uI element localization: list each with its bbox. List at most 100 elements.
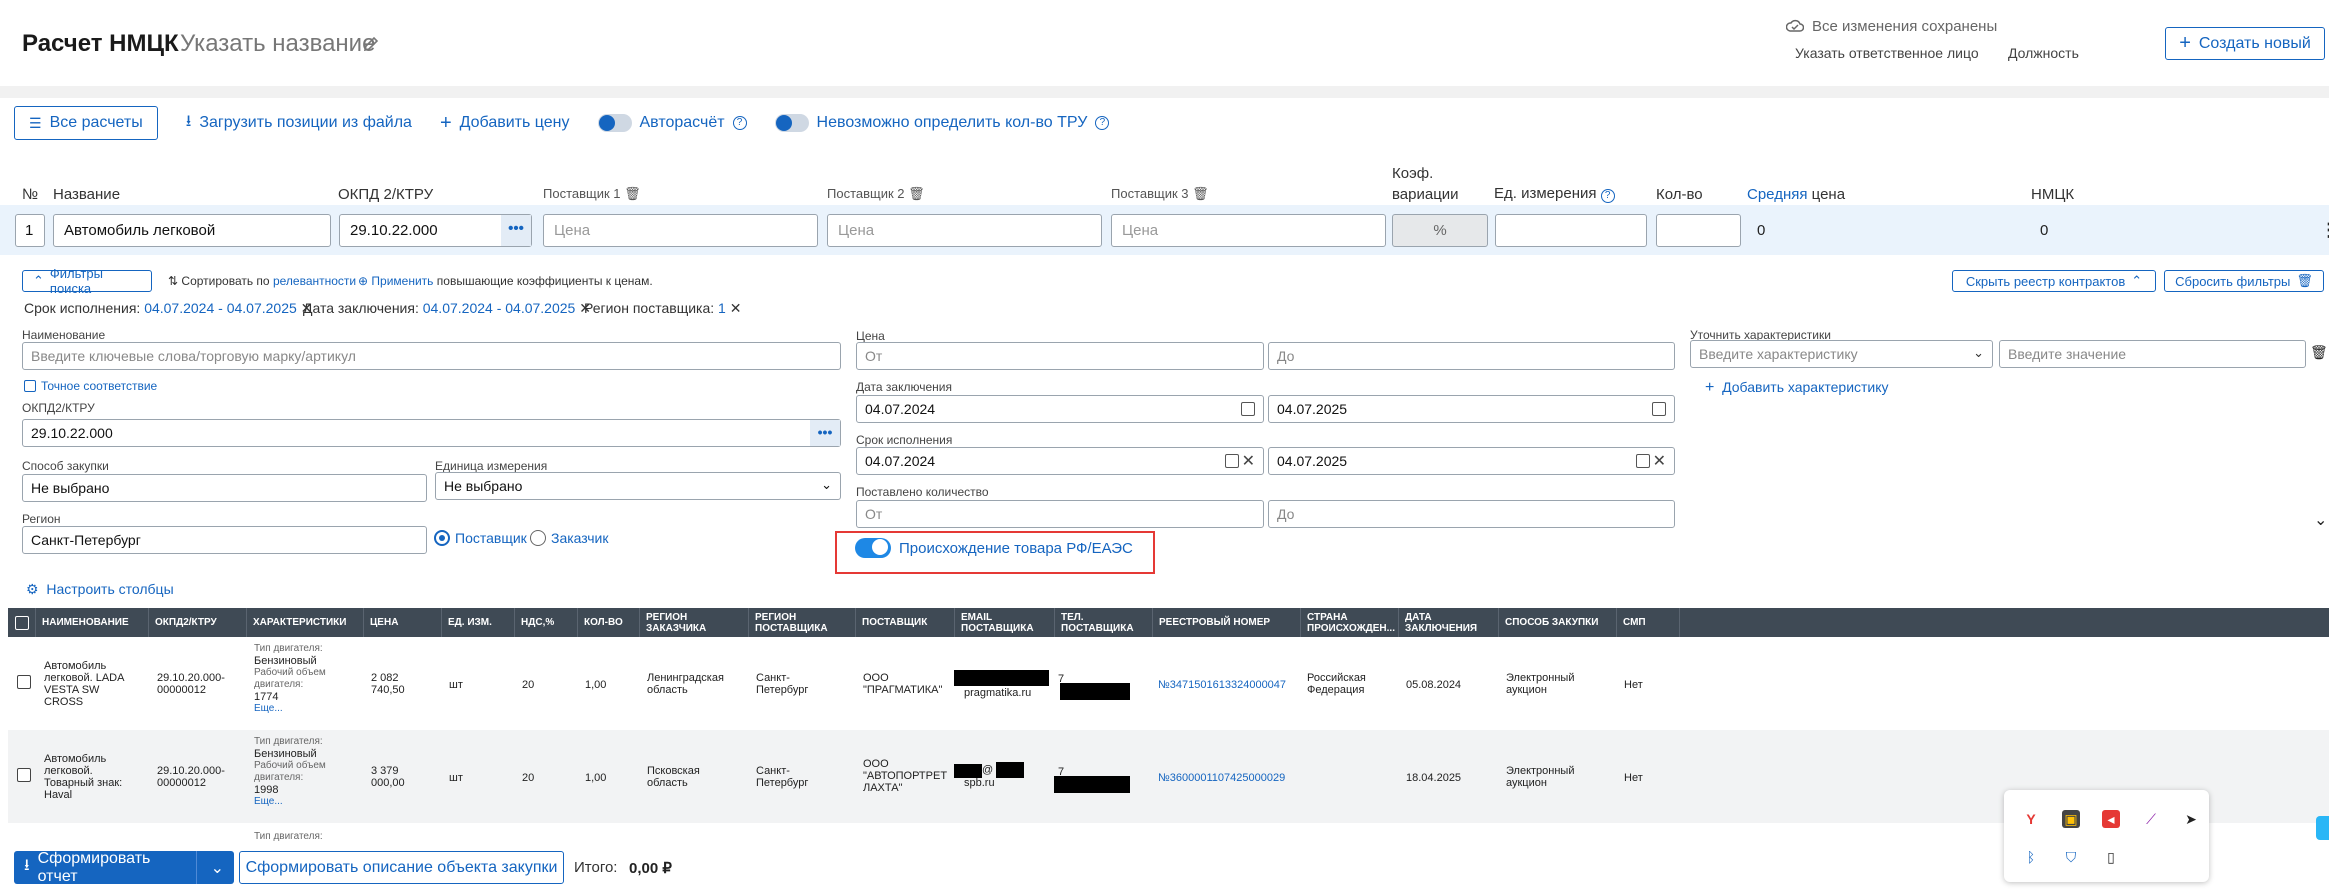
filter-chip-region[interactable]: Регион поставщика: 1 ✕ — [584, 300, 741, 317]
trash-icon[interactable]: 🗑 — [1192, 186, 1209, 201]
pencil-icon[interactable] — [363, 36, 379, 52]
chevron-down-icon[interactable]: ⌄ — [205, 858, 234, 878]
th-supp-region[interactable]: Регион поставщика — [749, 608, 856, 637]
col-supplier1[interactable]: Поставщик 1 🗑 — [543, 186, 641, 202]
sort-relevance-link[interactable]: релевантности — [273, 274, 356, 288]
method-filter-select[interactable]: Не выбрано — [22, 474, 427, 502]
calendar-icon[interactable] — [1241, 402, 1255, 416]
feather-icon[interactable]: ⟋ — [2142, 810, 2160, 828]
row-okpd-input[interactable]: 29.10.22.000 ••• — [339, 214, 532, 247]
trash-icon[interactable]: 🗑 — [908, 186, 925, 201]
avg-method-link[interactable]: Средняя — [1747, 186, 1807, 203]
trash-icon[interactable]: 🗑 — [624, 186, 641, 201]
origin-toggle[interactable]: Происхождение товара РФ/ЕАЭС — [855, 538, 1133, 558]
trash-icon[interactable]: 🗑 — [2310, 344, 2328, 361]
all-calculations-button[interactable]: ☰ Все расчеты — [14, 106, 158, 140]
th-price[interactable]: Цена — [364, 608, 442, 637]
th-unit[interactable]: Ед. изм. — [442, 608, 515, 637]
term-to-input[interactable]: 04.07.2025 ✕ — [1268, 447, 1675, 475]
chevron-down-icon[interactable]: ⌄ — [2314, 510, 2327, 530]
table-row[interactable]: Автомобиль легковой. Товарный знак: Haval 2… — [8, 730, 2329, 823]
reg-number-link[interactable]: №3600001107425000029 — [1158, 772, 1285, 784]
shield-icon[interactable]: ⛉ — [2062, 848, 2080, 866]
customer-radio[interactable]: Заказчик — [530, 530, 609, 546]
chat-widget-icon[interactable] — [2316, 816, 2329, 840]
th-name[interactable]: Наименование — [36, 608, 149, 637]
close-icon[interactable]: ✕ — [730, 300, 742, 316]
app-icon[interactable]: ▣ — [2062, 810, 2080, 828]
position-field[interactable]: Должность — [2008, 45, 2079, 61]
filter-chip-term[interactable]: Срок исполнения: 04.07.2024 - 04.07.2025… — [24, 300, 312, 317]
price-from-input[interactable]: От — [856, 342, 1264, 370]
row-checkbox[interactable] — [17, 675, 31, 689]
upload-button[interactable]: ⭳ Загрузить позиции из файла — [186, 110, 412, 137]
radio-checked-icon[interactable] — [434, 530, 450, 546]
create-new-button[interactable]: + Создать новый — [2165, 27, 2325, 60]
responsible-person-link[interactable]: Указать ответственное лицо — [1795, 45, 1979, 61]
supplier1-price-input[interactable]: Цена — [543, 214, 818, 247]
clear-icon[interactable]: ✕ — [1242, 451, 1255, 471]
more-icon[interactable]: ••• — [501, 215, 531, 246]
calendar-icon[interactable] — [1225, 454, 1239, 468]
checkbox-icon[interactable] — [24, 380, 36, 392]
add-price-button[interactable]: + Добавить цену — [440, 112, 570, 135]
table-row[interactable]: Автомобиль легковой. LADA VESTA SW CROSS 29… — [8, 637, 2329, 730]
char-value-input[interactable]: Введите значение — [1999, 340, 2306, 368]
supplier-radio[interactable]: Поставщик — [434, 530, 527, 546]
undefined-qty-switch[interactable] — [774, 114, 809, 132]
delivered-to-input[interactable]: До — [1268, 500, 1675, 528]
filter-chip-date[interactable]: Дата заключения: 04.07.2024 - 04.07.2025… — [303, 300, 591, 317]
configure-columns-button[interactable]: ⚙ Настроить столбцы — [26, 581, 174, 598]
th-phone[interactable]: Тел. поставщика — [1055, 608, 1153, 637]
more-link[interactable]: Еще... — [254, 796, 326, 808]
th-country[interactable]: Страна происхожден... — [1301, 608, 1399, 637]
delivered-from-input[interactable]: От — [856, 500, 1264, 528]
th-smp[interactable]: СМП — [1617, 608, 1680, 637]
apply-coefficients[interactable]: ⊕ Применить повышающие коэффициенты к це… — [358, 274, 653, 288]
supplier3-price-input[interactable]: Цена — [1111, 214, 1386, 247]
help-icon[interactable]: ? — [1600, 189, 1615, 203]
char-select[interactable]: Введите характеристику ⌄ — [1690, 340, 1993, 368]
select-all-checkbox[interactable] — [15, 615, 29, 630]
date-to-input[interactable]: 04.07.2025 — [1268, 395, 1675, 423]
supplier2-price-input[interactable]: Цена — [827, 214, 1102, 247]
col-supplier2[interactable]: Поставщик 2 🗑 — [827, 186, 925, 202]
row-qty-input[interactable] — [1656, 214, 1741, 247]
term-from-input[interactable]: 04.07.2024 ✕ — [856, 447, 1264, 475]
th-char[interactable]: Характеристики — [247, 608, 364, 637]
autocalc-toggle[interactable]: Авторасчёт ? — [597, 114, 747, 132]
help-icon[interactable]: ? — [732, 116, 747, 130]
row-name-input[interactable]: Автомобиль легковой — [53, 214, 331, 247]
reset-filters-button[interactable]: Сбросить фильтры 🗑 — [2164, 270, 2324, 292]
search-filters-toggle[interactable]: ⌃ Фильтры поиска — [22, 266, 152, 296]
exact-match-checkbox[interactable]: Точное соответствие — [24, 379, 157, 393]
more-link[interactable]: Еще... — [254, 703, 326, 715]
th-method[interactable]: Способ закупки — [1499, 608, 1617, 637]
th-date[interactable]: Дата заключения — [1399, 608, 1499, 637]
clear-icon[interactable]: ✕ — [1653, 451, 1666, 471]
row-unit-input[interactable] — [1495, 214, 1647, 247]
th-okpd[interactable]: ОКПД2/КТРУ — [149, 608, 247, 637]
help-icon[interactable]: ? — [1095, 116, 1110, 130]
more-icon[interactable]: ••• — [810, 420, 840, 446]
apply-link[interactable]: Применить — [371, 274, 433, 288]
th-qty[interactable]: Кол-во — [578, 608, 640, 637]
row-menu-icon[interactable]: ⋮ — [2320, 220, 2329, 241]
th-supplier[interactable]: Поставщик — [856, 608, 955, 637]
name-filter-input[interactable]: Введите ключевые слова/торговую марку/ар… — [22, 342, 841, 370]
table-row-partial[interactable]: Тип двигателя: — [8, 823, 2329, 845]
send-icon[interactable]: ➤ — [2182, 810, 2200, 828]
region-filter-input[interactable]: Санкт-Петербург — [22, 526, 427, 554]
calendar-icon[interactable] — [1636, 454, 1650, 468]
calc-name-field[interactable]: Указать название — [180, 30, 375, 58]
th-email[interactable]: Email поставщика — [955, 608, 1055, 637]
unit-filter-select[interactable]: Не выбрано ⌄ — [435, 472, 841, 500]
select-all-cell[interactable] — [8, 608, 36, 637]
generate-report-button[interactable]: ⭳ Сформировать отчет ⌄ — [14, 850, 234, 885]
undefined-qty-toggle[interactable]: Невозможно определить кол-во ТРУ ? — [774, 114, 1110, 132]
sort-control[interactable]: ⇅ Сортировать по релевантности — [168, 274, 356, 288]
okpd-filter-input[interactable]: 29.10.22.000 ••• — [22, 419, 841, 447]
calendar-icon[interactable] — [1652, 402, 1666, 416]
generate-description-button[interactable]: Сформировать описание объекта закупки — [239, 851, 564, 884]
autocalc-switch[interactable] — [597, 114, 632, 132]
